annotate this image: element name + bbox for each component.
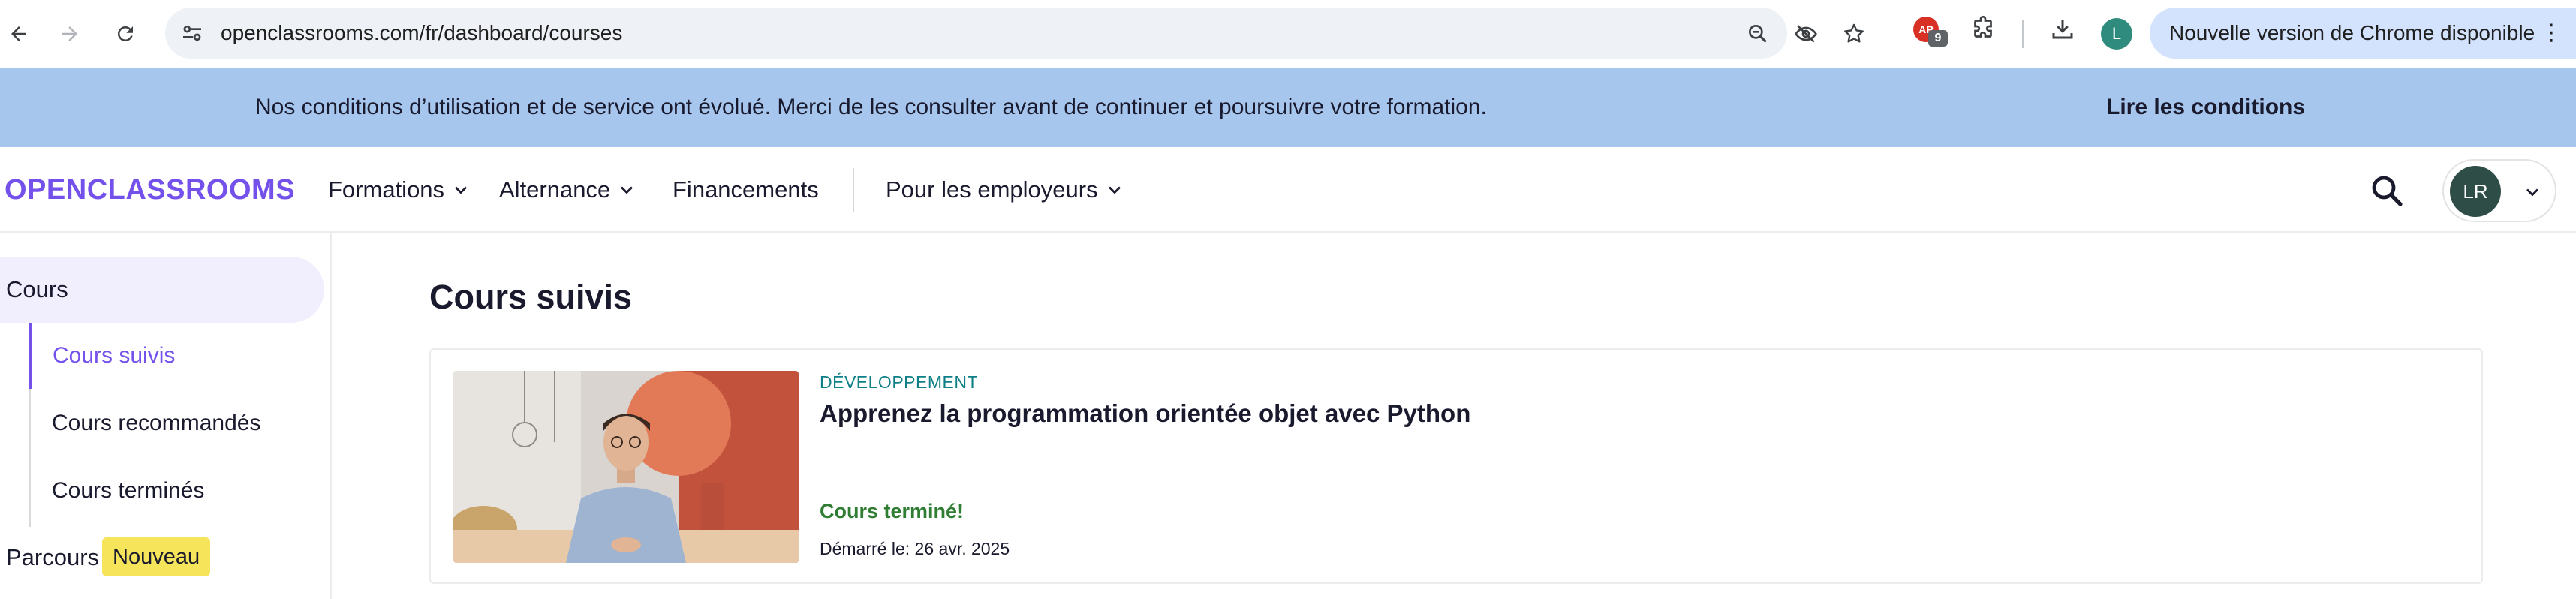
sidebar-item-cours-suivis[interactable]: Cours suivis bbox=[29, 323, 329, 389]
course-category: DÉVELOPPEMENT bbox=[820, 372, 978, 392]
course-card[interactable]: DÉVELOPPEMENT Apprenez la programmation … bbox=[429, 348, 2483, 584]
page-title: Cours suivis bbox=[429, 278, 633, 316]
read-conditions-link[interactable]: Lire les conditions bbox=[2106, 68, 2305, 147]
banner-message: Nos conditions d’utilisation et de servi… bbox=[255, 95, 1487, 119]
back-button[interactable] bbox=[2, 17, 36, 51]
chevron-down-icon bbox=[455, 186, 468, 194]
site-settings-icon[interactable] bbox=[180, 21, 204, 45]
menu-formations-label: Formations bbox=[328, 176, 445, 203]
extension-badge-count: 9 bbox=[1928, 30, 1948, 47]
sidebar-item-cours-label: Cours bbox=[6, 276, 68, 303]
course-thumbnail[interactable] bbox=[453, 371, 799, 563]
browser-toolbar: openclassrooms.com/fr/dashboard/courses … bbox=[0, 0, 2576, 68]
sidebar-sublist: Cours suivis Cours recommandés Cours ter… bbox=[29, 323, 332, 527]
openclassrooms-logo[interactable]: OPENCLASSROOMS bbox=[5, 147, 295, 233]
header-separator bbox=[853, 168, 854, 212]
extension-ap-button[interactable]: AP 9 bbox=[1913, 15, 1948, 47]
star-icon[interactable] bbox=[1842, 22, 1866, 46]
menu-employeurs-label: Pour les employeurs bbox=[886, 176, 1098, 203]
back-icon bbox=[11, 26, 26, 41]
account-menu-button[interactable]: LR bbox=[2442, 159, 2556, 222]
reload-icon bbox=[117, 26, 133, 41]
sidebar-item-cours[interactable]: Cours bbox=[0, 257, 324, 323]
chrome-update-label: Nouvelle version de Chrome disponible bbox=[2169, 21, 2535, 44]
forward-icon bbox=[62, 26, 77, 41]
dashboard-sidebar: Cours Cours suivis Cours recommandés Cou… bbox=[0, 233, 332, 599]
course-status: Cours terminé! bbox=[820, 500, 964, 522]
url-text[interactable]: openclassrooms.com/fr/dashboard/courses bbox=[221, 8, 622, 59]
reload-button[interactable] bbox=[108, 17, 143, 51]
address-bar[interactable]: openclassrooms.com/fr/dashboard/courses bbox=[165, 8, 1864, 59]
sidebar-item-parcours[interactable]: Parcours bbox=[6, 533, 99, 582]
conditions-banner: Nos conditions d’utilisation et de servi… bbox=[0, 68, 2576, 147]
chevron-down-icon bbox=[1108, 186, 1121, 194]
menu-formations[interactable]: Formations bbox=[328, 147, 471, 233]
chrome-profile-avatar[interactable]: L bbox=[2101, 18, 2132, 50]
user-avatar: LR bbox=[2450, 166, 2501, 217]
zoom-icon[interactable] bbox=[1746, 22, 1770, 46]
toolbar-separator bbox=[2022, 20, 2024, 48]
menu-financements[interactable]: Financements bbox=[673, 147, 819, 233]
chrome-update-button[interactable]: Nouvelle version de Chrome disponible ⋮ bbox=[2150, 8, 2576, 59]
download-icon[interactable] bbox=[2049, 15, 2076, 42]
forward-button[interactable] bbox=[53, 17, 87, 51]
site-header: OPENCLASSROOMS Formations Alternance Fin… bbox=[0, 147, 2576, 233]
course-title[interactable]: Apprenez la programmation orientée objet… bbox=[820, 399, 1470, 428]
puzzle-icon[interactable] bbox=[1970, 15, 1997, 42]
chevron-down-icon bbox=[2526, 188, 2538, 197]
search-icon[interactable] bbox=[2369, 173, 2405, 209]
menu-employeurs[interactable]: Pour les employeurs bbox=[886, 147, 1125, 233]
kebab-menu-icon[interactable]: ⋮ bbox=[2540, 8, 2562, 59]
menu-alternance-label: Alternance bbox=[499, 176, 611, 203]
chevron-down-icon bbox=[621, 186, 633, 194]
course-start-date: Démarré le: 26 avr. 2025 bbox=[820, 539, 1010, 558]
menu-alternance[interactable]: Alternance bbox=[499, 147, 637, 233]
new-badge: Nouveau bbox=[102, 537, 211, 576]
sidebar-item-cours-recommandes[interactable]: Cours recommandés bbox=[31, 390, 331, 456]
eye-off-icon[interactable] bbox=[1794, 22, 1818, 46]
menu-financements-label: Financements bbox=[673, 176, 819, 203]
sidebar-item-cours-termines[interactable]: Cours terminés bbox=[31, 458, 331, 524]
